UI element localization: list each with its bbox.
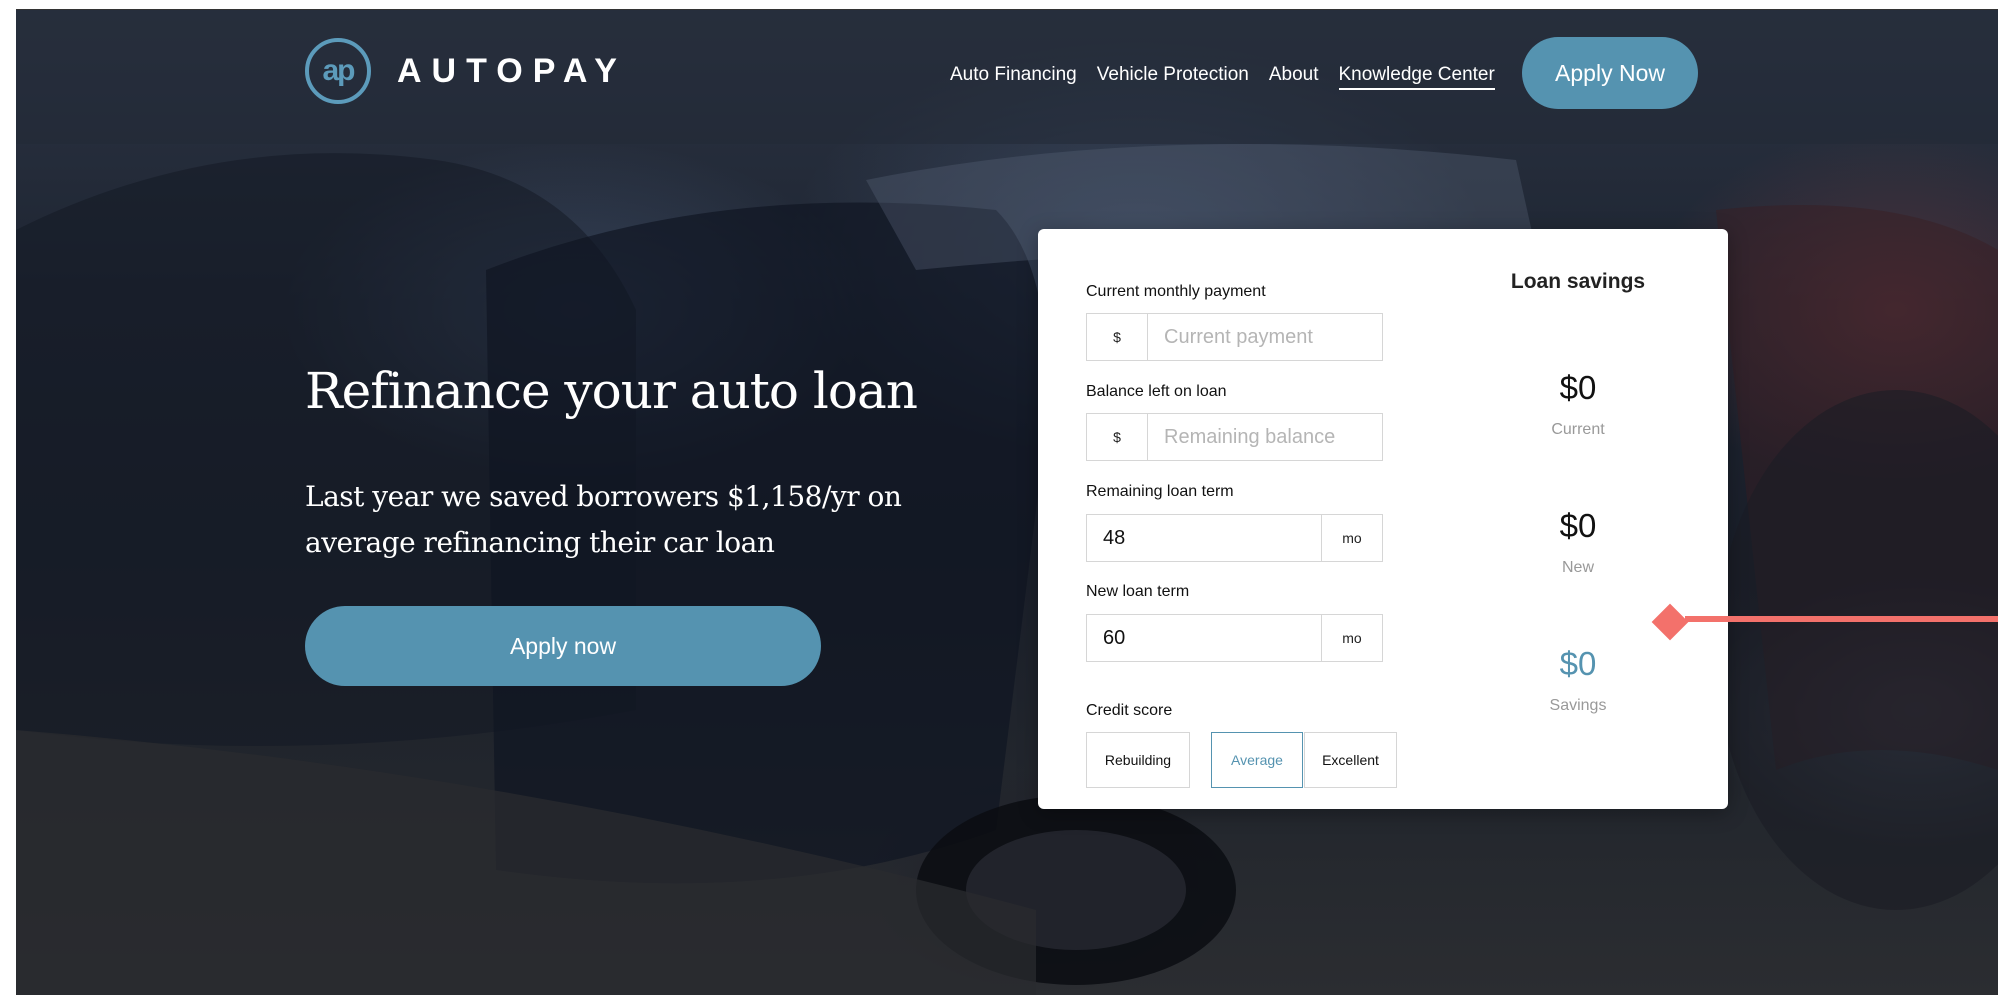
loan-savings-title: Loan savings [1510, 270, 1646, 293]
logo-mark-icon: ap [305, 38, 371, 104]
balance-prefix: $ [1086, 413, 1148, 461]
balance-input[interactable] [1148, 414, 1382, 460]
credit-option-average[interactable]: Average [1211, 732, 1303, 788]
hero-background: ap AUTOPAY Auto Financing Vehicle Protec… [16, 10, 1998, 995]
nav-link-about[interactable]: About [1269, 64, 1319, 90]
logo[interactable]: ap AUTOPAY [305, 38, 627, 104]
remaining-term-label: Remaining loan term [1086, 483, 1234, 500]
apply-now-hero-button[interactable]: Apply now [305, 606, 821, 686]
credit-score-label: Credit score [1086, 702, 1173, 719]
remaining-term-input[interactable] [1087, 515, 1321, 561]
logo-text: AUTOPAY [397, 51, 627, 90]
hero-title: Refinance your auto loan [305, 362, 918, 420]
logo-mark-text: ap [322, 54, 355, 87]
pointer-line [1685, 616, 1998, 622]
new-term-suffix: mo [1321, 614, 1383, 662]
nav-link-vehicle-protection[interactable]: Vehicle Protection [1097, 64, 1249, 90]
hero-subtitle: Last year we saved borrowers $1,158/yr o… [305, 480, 902, 559]
credit-option-excellent[interactable]: Excellent [1304, 732, 1397, 788]
new-savings-value: $0 [1559, 507, 1597, 544]
new-term-label: New loan term [1086, 583, 1190, 600]
navbar: ap AUTOPAY Auto Financing Vehicle Protec… [16, 10, 1998, 144]
new-term-field[interactable] [1086, 614, 1322, 662]
current-savings-value: $0 [1559, 369, 1597, 406]
credit-option-rebuilding[interactable]: Rebuilding [1086, 732, 1190, 788]
total-savings-value: $0 [1559, 645, 1597, 682]
nav-links: Auto Financing Vehicle Protection About … [950, 64, 1515, 90]
apply-now-nav-button[interactable]: Apply Now [1522, 37, 1698, 109]
remaining-term-suffix: mo [1321, 514, 1383, 562]
refinance-calculator-card: Current monthly payment $ Balance left o… [1038, 229, 1728, 809]
remaining-term-field[interactable] [1086, 514, 1322, 562]
current-payment-prefix: $ [1086, 313, 1148, 361]
new-savings-caption: New [1561, 559, 1594, 576]
balance-label: Balance left on loan [1086, 383, 1227, 400]
total-savings-caption: Savings [1549, 697, 1607, 714]
nav-link-knowledge-center[interactable]: Knowledge Center [1338, 64, 1495, 90]
new-term-input[interactable] [1087, 615, 1321, 661]
current-payment-label: Current monthly payment [1086, 283, 1266, 300]
current-payment-field[interactable] [1147, 313, 1383, 361]
nav-link-auto-financing[interactable]: Auto Financing [950, 64, 1077, 90]
current-payment-input[interactable] [1148, 314, 1382, 360]
balance-field[interactable] [1147, 413, 1383, 461]
current-savings-caption: Current [1551, 421, 1605, 438]
